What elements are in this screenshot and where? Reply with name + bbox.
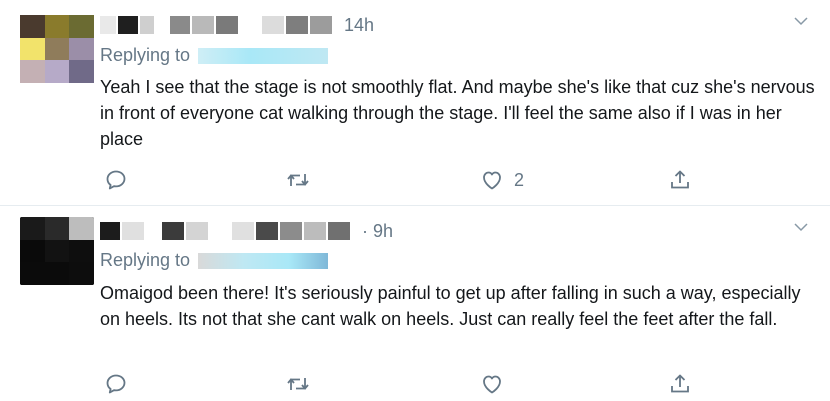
chevron-down-icon[interactable] xyxy=(792,218,810,236)
avatar-pixel xyxy=(20,262,45,285)
tweet-text: Omaigod been there! It's seriously painf… xyxy=(100,283,801,329)
tweet[interactable]: 14h Replying to Yeah I see that the stag… xyxy=(0,0,830,206)
redacted-name-block xyxy=(186,222,208,240)
avatar-pixel xyxy=(69,262,94,285)
like-button[interactable] xyxy=(480,369,514,399)
retweet-button[interactable] xyxy=(286,165,310,195)
share-icon xyxy=(671,374,689,393)
like-icon xyxy=(483,171,501,190)
redacted-name-block xyxy=(216,16,238,34)
redacted-handle-block xyxy=(256,222,278,240)
tweet-timestamp[interactable]: 14h xyxy=(344,15,374,36)
avatar-pixel xyxy=(69,37,94,61)
retweet-button[interactable] xyxy=(286,369,310,399)
tweet[interactable]: · 9h Replying to Omaigod been there! It'… xyxy=(0,206,830,401)
redacted-name-block xyxy=(192,16,214,34)
avatar-pixelated-image xyxy=(20,217,94,285)
redacted-name-block xyxy=(100,16,116,34)
avatar-pixel xyxy=(20,217,45,240)
redacted-handle-block xyxy=(304,222,326,240)
avatar-pixel xyxy=(20,37,45,61)
avatar-pixel xyxy=(69,60,94,83)
like-button[interactable]: 2 xyxy=(480,165,524,195)
redacted-name-block xyxy=(140,16,154,34)
reply-button[interactable] xyxy=(104,165,128,195)
redacted-name-block xyxy=(100,222,120,240)
avatar-pixel xyxy=(44,239,70,263)
retweet-icon xyxy=(287,378,309,390)
reply-icon xyxy=(106,374,126,394)
tweet-timestamp[interactable]: · 9h xyxy=(362,221,393,242)
replying-to-row: Replying to xyxy=(100,250,329,271)
redacted-handle-block xyxy=(328,222,350,240)
share-icon xyxy=(671,170,689,189)
avatar[interactable] xyxy=(20,15,94,83)
avatar-pixel xyxy=(44,217,70,240)
avatar-pixel xyxy=(20,15,45,38)
avatar-pixel xyxy=(69,217,94,240)
avatar-pixel xyxy=(44,37,70,61)
retweet-icon xyxy=(287,174,309,186)
avatar-pixel xyxy=(20,60,45,83)
avatar-pixel xyxy=(69,15,94,38)
redacted-mention[interactable] xyxy=(198,47,329,64)
avatar-pixel xyxy=(44,60,70,83)
replying-to-label: Replying to xyxy=(100,250,191,270)
redacted-handle-block xyxy=(286,16,308,34)
tweet-actions xyxy=(100,369,700,399)
share-button[interactable] xyxy=(668,369,692,399)
avatar-pixel xyxy=(44,262,70,285)
tweet-text: Yeah I see that the stage is not smoothl… xyxy=(100,77,815,149)
avatar-pixelated-image xyxy=(20,15,94,83)
reply-button[interactable] xyxy=(104,369,128,399)
redacted-handle-block xyxy=(280,222,302,240)
replying-to-row: Replying to xyxy=(100,45,329,66)
share-button[interactable] xyxy=(668,165,692,195)
replying-to-label: Replying to xyxy=(100,45,191,65)
avatar-pixel xyxy=(44,15,70,38)
avatar-pixel xyxy=(69,239,94,263)
redacted-name-block xyxy=(118,16,138,34)
redacted-handle-block xyxy=(262,16,284,34)
like-count: 2 xyxy=(514,169,525,190)
reply-icon xyxy=(106,170,126,190)
author-row[interactable]: 14h xyxy=(100,14,374,36)
redacted-name-block xyxy=(122,222,144,240)
author-row[interactable]: · 9h xyxy=(100,220,393,242)
redacted-name-block xyxy=(162,222,184,240)
like-icon xyxy=(483,375,501,394)
reply-thread: 14h Replying to Yeah I see that the stag… xyxy=(0,0,830,401)
redacted-name-block xyxy=(170,16,190,34)
chevron-down-icon[interactable] xyxy=(792,12,810,30)
redacted-mention[interactable] xyxy=(198,252,329,269)
avatar-pixel xyxy=(20,239,45,263)
avatar[interactable] xyxy=(20,217,94,285)
tweet-actions: 2 xyxy=(100,165,700,195)
redacted-handle-block xyxy=(310,16,332,34)
redacted-handle-block xyxy=(232,222,254,240)
